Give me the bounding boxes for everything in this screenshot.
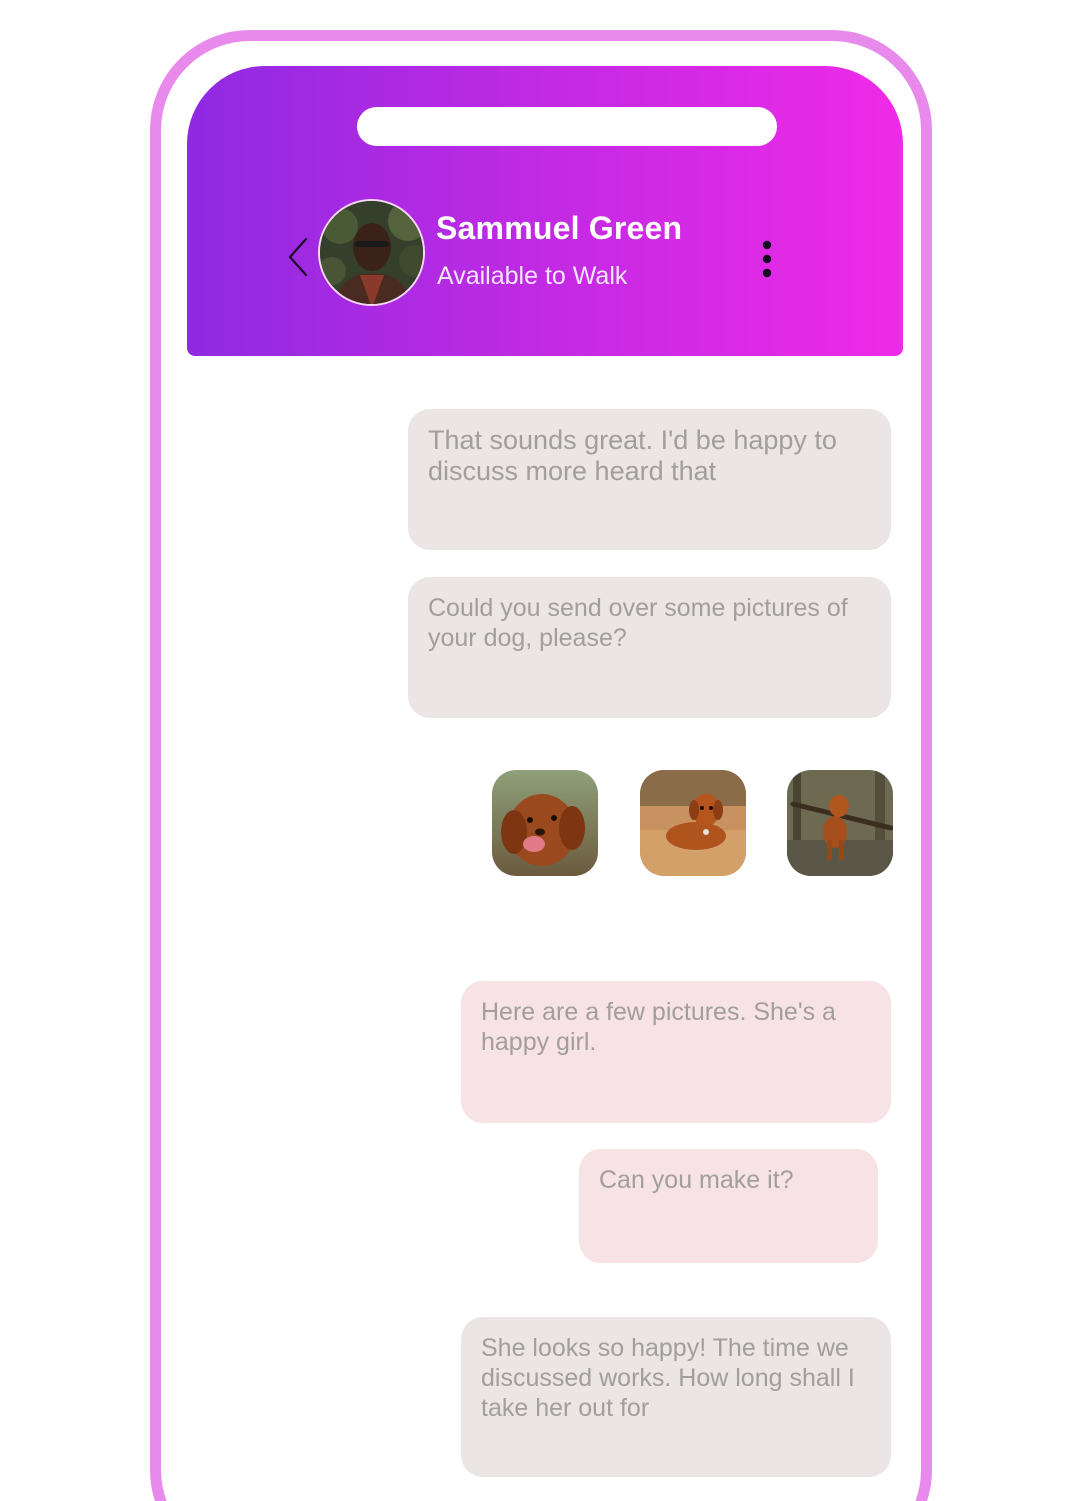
chevron-left-icon [288,237,308,277]
chat-screen: Sammuel Green Available to Walk That sou… [0,0,1080,1501]
message-bubble: Can you make it? [579,1149,878,1263]
back-button[interactable] [282,236,316,278]
message-text: Here are a few pictures. She's a happy g… [481,998,836,1056]
phone-notch [357,107,777,146]
message-bubble: That sounds great. I'd be happy to discu… [408,409,891,550]
more-options-button[interactable] [755,238,779,280]
dog-photo-2[interactable] [640,770,746,876]
more-vertical-icon [762,240,772,278]
contact-status: Available to Walk [437,262,628,290]
message-bubble: She looks so happy! The time we discusse… [461,1317,891,1477]
avatar[interactable] [318,199,425,306]
message-text: She looks so happy! The time we discusse… [481,1334,855,1422]
message-bubble: Could you send over some pictures of you… [408,577,891,718]
message-text: Could you send over some pictures of you… [428,594,848,652]
dog-photo-3[interactable] [787,770,893,876]
message-bubble: Here are a few pictures. She's a happy g… [461,981,891,1123]
message-text: That sounds great. I'd be happy to discu… [428,425,837,486]
message-text: Can you make it? [599,1166,794,1194]
dog-photo-1[interactable] [492,770,598,876]
contact-name: Sammuel Green [436,210,683,246]
